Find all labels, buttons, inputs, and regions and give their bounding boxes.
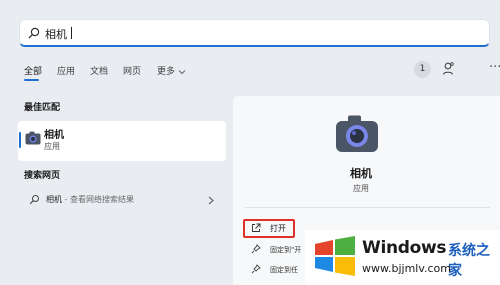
watermark-cn: 系统之家 <box>448 243 490 279</box>
windows-logo-icon <box>315 236 355 276</box>
rewards-badge[interactable]: 1 <box>414 61 431 78</box>
chevron-right-icon[interactable] <box>208 196 214 205</box>
tab-web[interactable]: 网页 <box>123 64 141 77</box>
selection-indicator <box>19 132 21 148</box>
pin-to-start-button[interactable]: 固定到"开 <box>270 245 301 255</box>
pin-to-taskbar-button[interactable]: 固定到任 <box>270 265 298 275</box>
web-search-query: 相机 <box>46 195 62 204</box>
more-options-icon[interactable]: ··· <box>489 60 500 75</box>
tab-documents[interactable]: 文档 <box>90 64 108 77</box>
account-switch-icon[interactable] <box>441 61 455 77</box>
web-search-hint: - 查看网络搜索结果 <box>62 195 134 204</box>
web-search-text: 相机 - 查看网络搜索结果 <box>46 194 134 205</box>
search-input[interactable]: 相机 <box>19 19 490 47</box>
tab-more[interactable]: 更多 <box>157 64 186 77</box>
camera-app-icon <box>336 115 378 152</box>
camera-app-icon <box>25 131 41 145</box>
open-external-icon <box>252 223 261 232</box>
best-match-name: 相机 <box>44 130 64 141</box>
search-input-value: 相机 <box>45 28 67 41</box>
active-tab-indicator <box>24 79 39 81</box>
chevron-down-icon <box>178 69 186 74</box>
watermark-brand: Windows <box>362 238 447 258</box>
tab-all[interactable]: 全部 <box>24 64 42 77</box>
open-button-label: 打开 <box>270 224 286 233</box>
preview-app-type: 应用 <box>353 184 369 193</box>
text-caret <box>71 27 72 39</box>
preview-app-name: 相机 <box>350 167 372 180</box>
best-match-title: 最佳匹配 <box>24 103 61 113</box>
tab-apps[interactable]: 应用 <box>57 64 75 77</box>
pin-icon <box>251 244 261 254</box>
preview-divider <box>245 207 490 208</box>
best-match-type: 应用 <box>44 142 60 151</box>
search-icon <box>28 27 40 39</box>
search-icon <box>29 195 39 205</box>
watermark-url: www.bjjmlv.com <box>362 262 451 275</box>
web-search-title: 搜索网页 <box>24 171 61 181</box>
tab-more-label: 更多 <box>157 67 176 77</box>
pin-icon <box>251 264 261 274</box>
